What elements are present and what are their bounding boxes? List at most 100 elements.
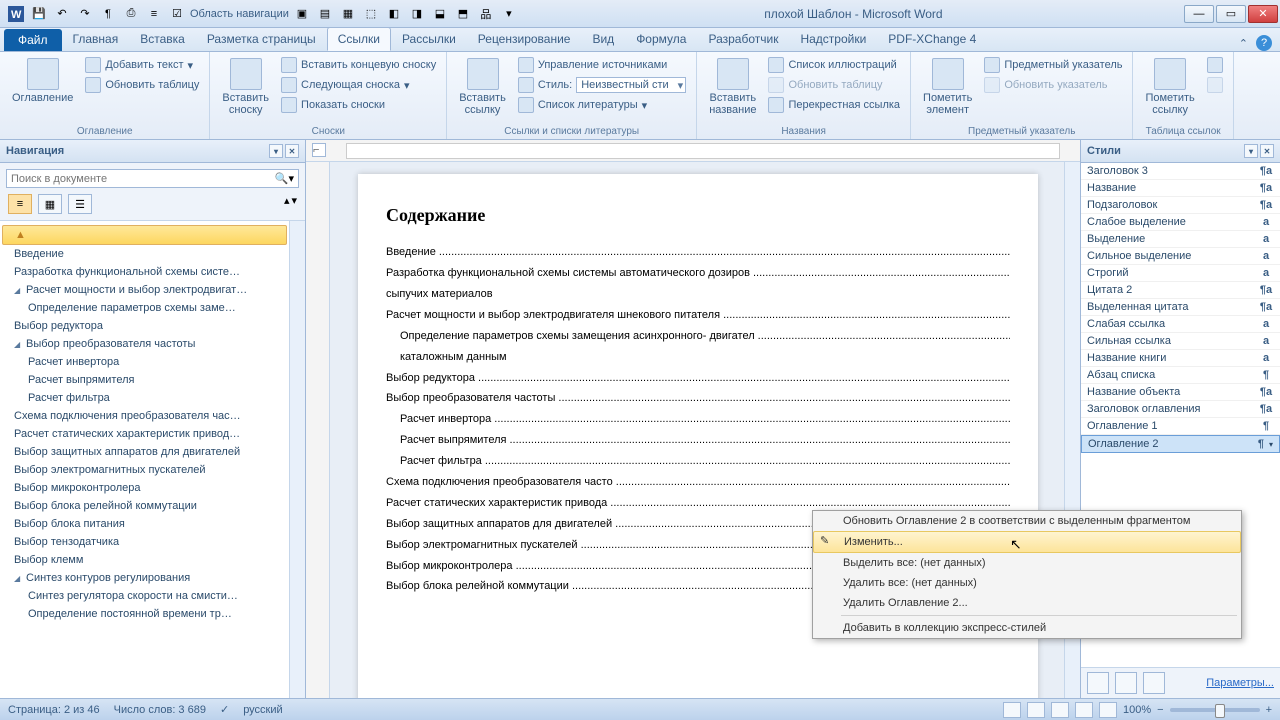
nav-item[interactable]: ▲ [2, 225, 287, 245]
nav-item[interactable]: Выбор клемм [0, 551, 289, 569]
style-item[interactable]: Выделениеa [1081, 231, 1280, 248]
nav-item[interactable]: ◢Синтез контуров регулирования [0, 569, 289, 587]
maximize-button[interactable]: ▭ [1216, 5, 1246, 23]
tab-Рассылки[interactable]: Рассылки [391, 27, 467, 51]
style-item[interactable]: Сильное выделениеa [1081, 248, 1280, 265]
insert-citation-button[interactable]: Вставить ссылку [455, 56, 510, 118]
view-outline-button[interactable] [1075, 702, 1093, 718]
ctx-update-style[interactable]: Обновить Оглавление 2 в соответствии с в… [813, 511, 1241, 531]
tab-Формула[interactable]: Формула [625, 27, 697, 51]
new-style-button[interactable] [1087, 672, 1109, 694]
nav-item[interactable]: Схема подключения преобразователя час… [0, 407, 289, 425]
tab-selector-icon[interactable]: ⌐ [312, 143, 326, 157]
mark-citation-button[interactable]: Пометить ссылку [1141, 56, 1198, 118]
word-icon[interactable]: W [6, 4, 26, 24]
tab-Вид[interactable]: Вид [581, 27, 625, 51]
tab-Ссылки[interactable]: Ссылки [327, 27, 391, 51]
qat-icon[interactable]: ▦ [338, 4, 358, 24]
nav-item[interactable]: Определение постоянной времени тр… [0, 605, 289, 623]
tab-Рецензирование[interactable]: Рецензирование [467, 27, 582, 51]
update-table-button[interactable]: Обновить таблицу [766, 76, 902, 94]
table-of-figures-button[interactable]: Список иллюстраций [766, 56, 902, 74]
style-item[interactable]: Строгийa [1081, 265, 1280, 282]
cross-reference-button[interactable]: Перекрестная ссылка [766, 96, 902, 114]
save-icon[interactable]: 💾 [29, 4, 49, 24]
nav-item[interactable]: Выбор тензодатчика [0, 533, 289, 551]
style-item[interactable]: Слабое выделениеa [1081, 214, 1280, 231]
toc-button[interactable]: Оглавление [8, 56, 77, 106]
insert-footnote-button[interactable]: Вставить сноску [218, 56, 273, 118]
status-word-count[interactable]: Число слов: 3 689 [114, 704, 206, 716]
manage-styles-button[interactable] [1143, 672, 1165, 694]
qat-dropdown-icon[interactable]: ▾ [499, 4, 519, 24]
nav-item[interactable]: ◢Выбор преобразователя частоты [0, 335, 289, 353]
qat-icon[interactable]: ▣ [292, 4, 312, 24]
nav-down-icon[interactable]: ▾ [291, 194, 297, 214]
nav-item[interactable]: Определение параметров схемы заме… [0, 299, 289, 317]
ctx-modify-style[interactable]: ✎Изменить... [813, 531, 1241, 553]
add-text-button[interactable]: Добавить текст ▾ [83, 56, 201, 74]
nav-item[interactable]: Выбор редуктора [0, 317, 289, 335]
style-item[interactable]: Абзац списка¶ [1081, 367, 1280, 384]
tab-Разметка страницы[interactable]: Разметка страницы [196, 27, 327, 51]
status-page[interactable]: Страница: 2 из 46 [8, 704, 100, 716]
mark-entry-button[interactable]: Пометить элемент [919, 56, 976, 118]
nav-item[interactable]: Выбор электромагнитных пускателей [0, 461, 289, 479]
qat-icon[interactable]: ≡ [144, 4, 164, 24]
style-item[interactable]: Подзаголовок¶a [1081, 197, 1280, 214]
view-draft-button[interactable] [1099, 702, 1117, 718]
update-index-button[interactable]: Обновить указатель [982, 76, 1124, 94]
insert-endnote-button[interactable]: Вставить концевую сноску [279, 56, 438, 74]
tab-Разработчик[interactable]: Разработчик [697, 27, 789, 51]
nav-tab-results[interactable]: ☰ [68, 194, 92, 214]
ctx-add-to-gallery[interactable]: Добавить в коллекцию экспресс-стилей [813, 618, 1241, 638]
qat-icon[interactable]: ⬚ [361, 4, 381, 24]
ctx-select-all[interactable]: Выделить все: (нет данных) [813, 553, 1241, 573]
nav-tab-headings[interactable]: ≡ [8, 194, 32, 214]
style-item[interactable]: Название¶a [1081, 180, 1280, 197]
nav-search[interactable]: 🔍▾ [6, 169, 299, 188]
undo-icon[interactable]: ↶ [52, 4, 72, 24]
search-icon[interactable]: 🔍▾ [275, 172, 294, 185]
status-language[interactable]: русский [243, 704, 282, 716]
close-button[interactable]: ✕ [1248, 5, 1278, 23]
citation-style-combo[interactable]: Стиль: Неизвестный сти [516, 76, 688, 94]
style-item[interactable]: Слабая ссылкаa [1081, 316, 1280, 333]
update-authorities-button[interactable] [1205, 76, 1225, 94]
search-input[interactable] [11, 173, 275, 185]
nav-item[interactable]: Введение [0, 245, 289, 263]
view-reading-button[interactable] [1027, 702, 1045, 718]
qat-icon[interactable]: ¶ [98, 4, 118, 24]
manage-sources-button[interactable]: Управление источниками [516, 56, 688, 74]
qat-checkbox[interactable]: ☑ [167, 4, 187, 24]
view-web-button[interactable] [1051, 702, 1069, 718]
redo-icon[interactable]: ↷ [75, 4, 95, 24]
style-item[interactable]: Оглавление 1¶ [1081, 418, 1280, 435]
nav-tab-pages[interactable]: ▦ [38, 194, 62, 214]
nav-up-icon[interactable]: ▴ [284, 194, 290, 214]
scrollbar[interactable] [289, 221, 305, 698]
nav-item[interactable]: Выбор блока релейной коммутации [0, 497, 289, 515]
zoom-slider[interactable] [1170, 708, 1260, 712]
insert-index-button[interactable]: Предметный указатель [982, 56, 1124, 74]
insert-caption-button[interactable]: Вставить название [705, 56, 760, 118]
minimize-button[interactable]: — [1184, 5, 1214, 23]
close-icon[interactable]: ✕ [1260, 144, 1274, 158]
horizontal-ruler[interactable]: ⌐ [306, 140, 1080, 162]
close-icon[interactable]: ✕ [285, 144, 299, 158]
nav-item[interactable]: ◢Расчет мощности и выбор электродвигат… [0, 281, 289, 299]
tab-Главная[interactable]: Главная [62, 27, 130, 51]
tab-PDF-XChange 4[interactable]: PDF-XChange 4 [877, 27, 987, 51]
nav-item[interactable]: Разработка функциональной схемы систе… [0, 263, 289, 281]
tab-file[interactable]: Файл [4, 29, 62, 51]
style-item[interactable]: Цитата 2¶a [1081, 282, 1280, 299]
show-footnotes-button[interactable]: Показать сноски [279, 96, 438, 114]
style-inspector-button[interactable] [1115, 672, 1137, 694]
zoom-in-button[interactable]: + [1266, 704, 1272, 716]
style-item[interactable]: Оглавление 2¶▾ [1081, 435, 1280, 453]
nav-item[interactable]: Расчет выпрямителя [0, 371, 289, 389]
qat-icon[interactable]: ◨ [407, 4, 427, 24]
ctx-delete-style[interactable]: Удалить Оглавление 2... [813, 593, 1241, 613]
update-table-button[interactable]: Обновить таблицу [83, 76, 201, 94]
help-icon[interactable]: ? [1256, 35, 1272, 51]
